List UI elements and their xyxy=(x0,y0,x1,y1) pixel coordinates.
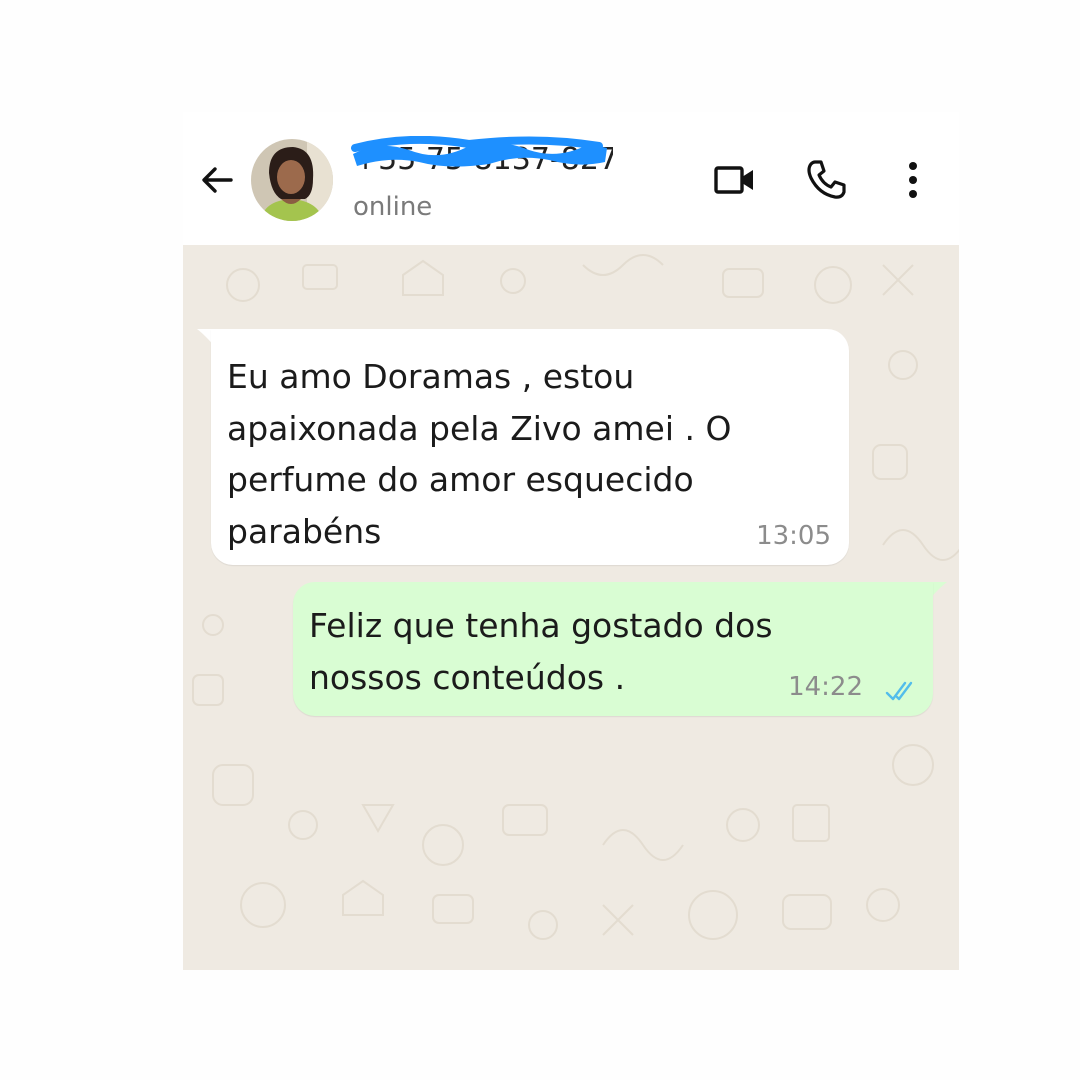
incoming-message[interactable]: Eu amo Doramas , estou apaixonada pela Z… xyxy=(211,329,849,565)
arrow-left-icon[interactable] xyxy=(197,160,237,200)
video-camera-icon[interactable] xyxy=(711,156,759,204)
avatar-photo xyxy=(251,139,333,221)
double-check-read-icon xyxy=(885,681,913,701)
message-text: Eu amo Doramas , estou apaixonada pela Z… xyxy=(227,357,732,551)
phone-icon[interactable] xyxy=(801,156,849,204)
chat-background: Eu amo Doramas , estou apaixonada pela Z… xyxy=(183,245,959,970)
chat-header: +55 75 8137-8273 online xyxy=(183,112,959,245)
message-time: 14:22 xyxy=(788,672,863,702)
more-vertical-icon[interactable] xyxy=(895,156,931,204)
avatar[interactable] xyxy=(251,139,333,221)
chat-screen: +55 75 8137-8273 online Eu amo Doramas ,… xyxy=(183,112,959,970)
contact-status: online xyxy=(353,192,433,222)
message-text: Feliz que tenha gostado dos nossos conte… xyxy=(309,606,773,697)
message-time: 13:05 xyxy=(756,521,831,551)
contact-name[interactable]: +55 75 8137-8273 xyxy=(353,142,613,178)
outgoing-message[interactable]: Feliz que tenha gostado dos nossos conte… xyxy=(293,582,933,716)
